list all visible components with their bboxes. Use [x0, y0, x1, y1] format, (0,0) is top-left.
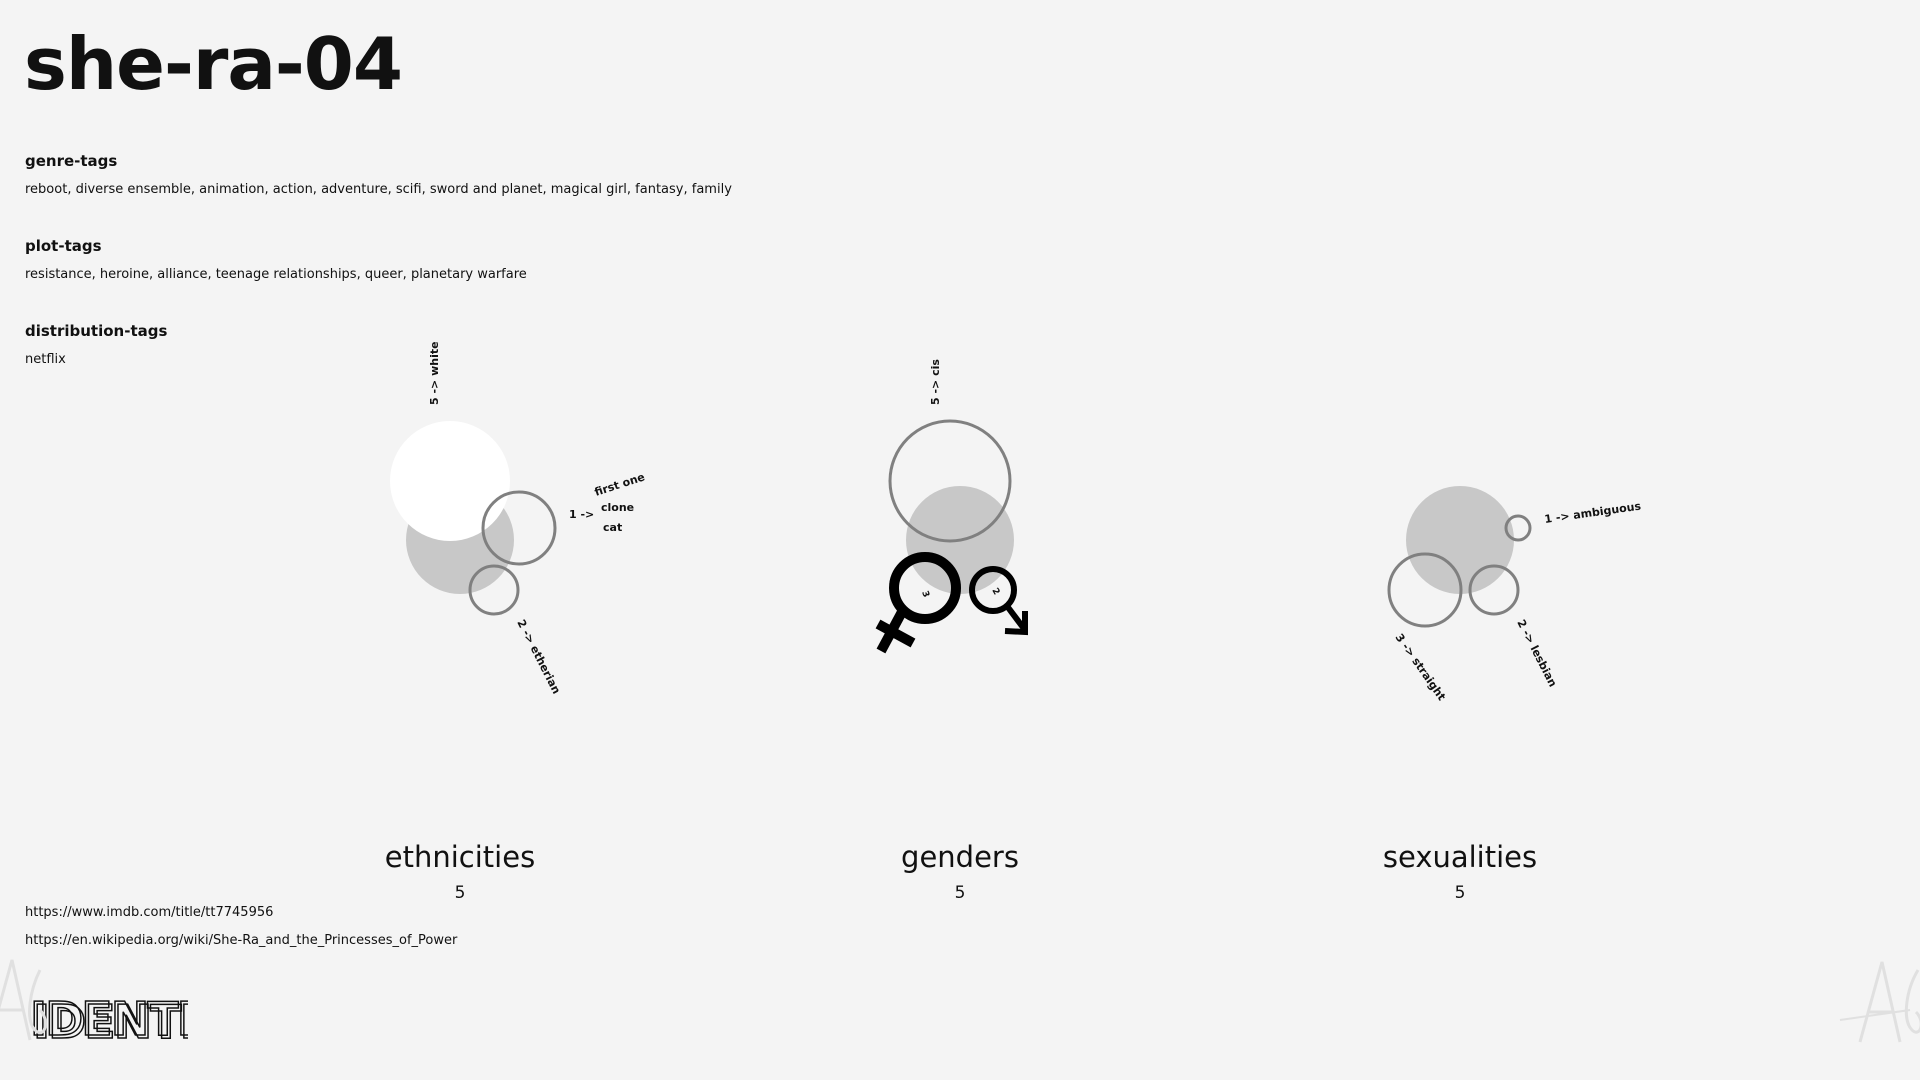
sexualities-title: sexualities — [1382, 840, 1538, 874]
logo-text-shadow: IDENTI — [33, 995, 188, 1049]
female-count-label: 3 — [919, 590, 931, 599]
ethnicity-white-label: 5 -> white — [428, 341, 441, 405]
ethnicity-cat-label: cat — [603, 521, 622, 534]
genders-count: 5 — [954, 883, 966, 903]
sexualities-chart: 1 -> ambiguous 3 -> straight 2 -> lesbia… — [1387, 486, 1643, 703]
watermark-left-icon — [0, 959, 47, 1041]
sexuality-lesbian-label: 2 -> lesbian — [1514, 617, 1559, 689]
ethnicities-title: ethnicities — [384, 840, 536, 874]
ethnicity-first-one-label: first one — [593, 470, 647, 498]
male-count-label: 2 — [989, 587, 1001, 597]
ethnicity-white-circle — [390, 421, 510, 541]
sexuality-straight-label: 3 -> straight — [1393, 631, 1449, 703]
genders-chart: 5 -> cis 3 2 — [875, 359, 1028, 654]
watermark-right-icon — [1839, 961, 1920, 1043]
wikipedia-link[interactable]: https://en.wikipedia.org/wiki/She-Ra_and… — [25, 933, 457, 948]
gender-cis-label: 5 -> cis — [929, 359, 942, 405]
sexuality-ambiguous-label: 1 -> ambiguous — [1544, 499, 1643, 525]
imdb-link[interactable]: https://www.imdb.com/title/tt7745956 — [25, 905, 273, 920]
ethnicity-clone-label: clone — [601, 501, 634, 514]
genders-title: genders — [901, 840, 1019, 874]
ethnicity-etherian-label: 2 -> etherian — [514, 617, 563, 696]
ethnicity-other-count: 1 -> — [569, 508, 594, 521]
identi-logo: IDENTI IDENTI — [29, 993, 188, 1050]
ethnicities-chart: 5 -> white 1 -> first one clone cat 2 ->… — [390, 341, 646, 696]
ethnicities-count: 5 — [454, 883, 466, 903]
visualization-canvas: 5 -> white 1 -> first one clone cat 2 ->… — [390, 341, 1643, 703]
sexualities-count: 5 — [1454, 883, 1466, 903]
